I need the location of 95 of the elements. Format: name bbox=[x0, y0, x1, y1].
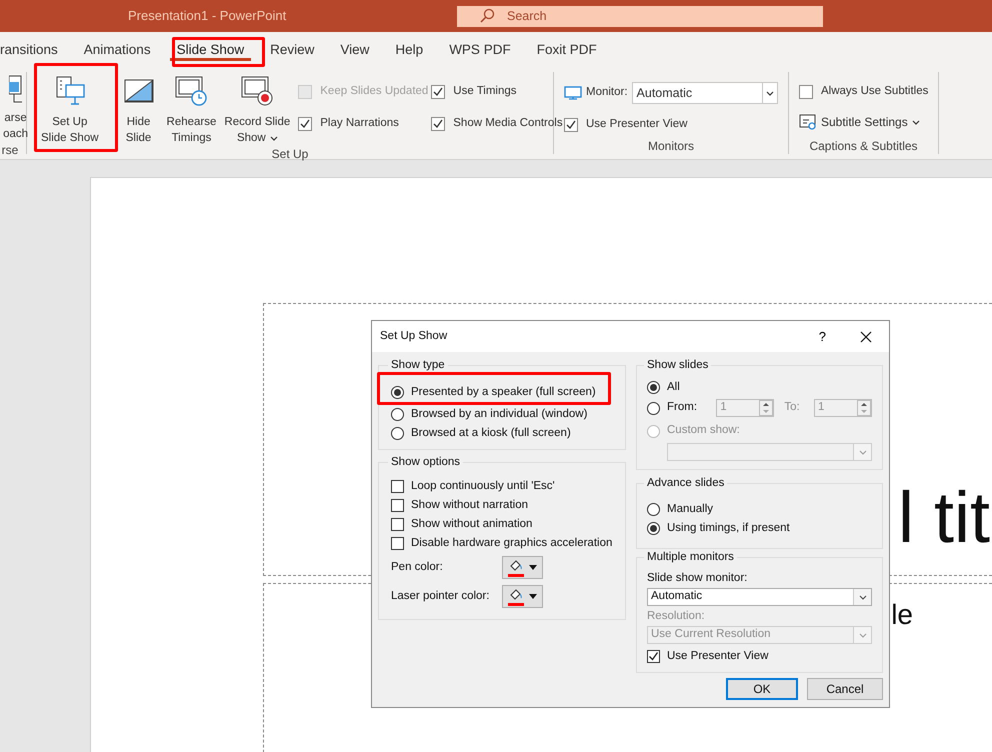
radio-button[interactable] bbox=[647, 503, 660, 516]
radio-label: Browsed at a kiosk (full screen) bbox=[411, 426, 571, 441]
caret-icon bbox=[529, 565, 537, 570]
checkbox-label: Use Presenter View bbox=[586, 117, 688, 132]
spin-arrows-icon bbox=[759, 400, 774, 416]
caret-icon bbox=[858, 450, 866, 454]
checkbox-label: Play Narrations bbox=[320, 116, 399, 132]
checkbox[interactable] bbox=[431, 117, 446, 131]
group-label: Monitors bbox=[646, 138, 695, 154]
slide-title: l tit bbox=[898, 482, 990, 554]
checkbox[interactable] bbox=[391, 499, 404, 512]
menu-button[interactable]: Subtitle Settings bbox=[799, 113, 928, 131]
ribbon-tab[interactable]: Foxit PDF bbox=[524, 32, 610, 66]
ribbon-tab[interactable]: ransitions bbox=[0, 32, 71, 66]
checkbox[interactable] bbox=[391, 537, 404, 550]
field-label: Slide show monitor: bbox=[647, 572, 748, 585]
spin-arrows-icon bbox=[857, 400, 871, 416]
help-button[interactable]: ? bbox=[818, 326, 826, 346]
ribbon-button[interactable]: Hide Slide bbox=[120, 72, 157, 146]
ribbon-tab[interactable]: Help bbox=[382, 32, 436, 66]
field-label: Resolution: bbox=[647, 610, 706, 623]
field-label: To: bbox=[784, 400, 801, 416]
radio-label: Custom show: bbox=[667, 423, 740, 438]
window-title: Presentation1 - PowerPoint bbox=[128, 7, 288, 26]
search-field[interactable]: Search bbox=[457, 6, 823, 26]
slide-record-icon bbox=[240, 75, 274, 107]
resolution-dropdown: Use Current Resolution bbox=[647, 626, 872, 644]
projector-screen-icon bbox=[54, 75, 86, 107]
radio-button[interactable] bbox=[647, 402, 660, 414]
subtitle-settings-icon bbox=[799, 114, 817, 130]
close-icon[interactable] bbox=[860, 330, 872, 342]
checkbox[interactable] bbox=[647, 650, 660, 663]
monitor-dropdown[interactable]: Automatic bbox=[632, 82, 778, 104]
monitor-dropdown[interactable]: Automatic bbox=[647, 588, 872, 606]
checkbox-label: Show without animation bbox=[411, 516, 532, 532]
group-label: rse bbox=[0, 142, 20, 158]
field-label: Pen color: bbox=[391, 560, 444, 575]
radio-button[interactable] bbox=[647, 381, 660, 394]
ribbon-tab[interactable]: View bbox=[327, 32, 382, 66]
checkbox[interactable] bbox=[391, 480, 404, 493]
checkbox-label: Use Presenter View bbox=[667, 648, 768, 664]
radio-label: Manually bbox=[667, 502, 714, 517]
group-title: Show type bbox=[388, 358, 448, 372]
search-placeholder: Search bbox=[507, 8, 547, 25]
checkbox-label: Show Media Controls bbox=[453, 116, 563, 132]
checkbox-label: Keep Slides Updated bbox=[320, 84, 428, 100]
caret-icon bbox=[912, 120, 920, 124]
presentation-icon bbox=[8, 75, 23, 103]
caret-icon bbox=[766, 90, 774, 96]
radio-button[interactable] bbox=[647, 522, 660, 535]
radio-label: All bbox=[667, 380, 680, 395]
checkbox-label: Disable hardware graphics acceleration bbox=[411, 536, 612, 551]
ribbon-button[interactable]: Set Up Slide Show bbox=[39, 72, 101, 146]
ribbon-tab[interactable]: Review bbox=[257, 32, 328, 66]
checkbox[interactable] bbox=[391, 518, 404, 531]
monitor-icon bbox=[564, 86, 582, 100]
dialog-title: Set Up Show bbox=[379, 328, 448, 344]
dialog-button[interactable]: Cancel bbox=[807, 678, 883, 700]
radio-button[interactable] bbox=[391, 427, 404, 440]
radio-label: Using timings, if present bbox=[667, 520, 790, 536]
checkbox-label: Always Use Subtitles bbox=[821, 84, 928, 100]
checkbox[interactable] bbox=[564, 118, 578, 132]
group-label: Captions & Subtitles bbox=[808, 138, 919, 154]
checkbox[interactable] bbox=[431, 85, 446, 99]
ribbon-button[interactable]: Rehearse Timings bbox=[164, 72, 218, 146]
caret-icon bbox=[858, 594, 866, 600]
radio-button[interactable] bbox=[391, 386, 404, 399]
checkbox[interactable] bbox=[799, 85, 813, 99]
radio-button[interactable] bbox=[391, 408, 404, 421]
caret-icon bbox=[858, 632, 866, 638]
caret-icon bbox=[270, 136, 278, 140]
field-label: Monitor: bbox=[586, 85, 628, 100]
group-title: Show options bbox=[388, 455, 464, 469]
group-label: Set Up bbox=[270, 146, 310, 162]
ribbon-tab[interactable]: Slide Show bbox=[164, 32, 258, 66]
group-title: Multiple monitors bbox=[644, 550, 737, 564]
checkbox-label: Loop continuously until 'Esc' bbox=[411, 478, 555, 494]
slide-subtitle: le bbox=[891, 598, 913, 632]
ribbon-button[interactable]: Record Slide Show bbox=[222, 72, 292, 146]
dialog-button[interactable]: OK bbox=[726, 678, 798, 700]
field-label: Laser pointer color: bbox=[391, 588, 490, 604]
color-picker-button[interactable] bbox=[502, 585, 543, 608]
ribbon-tab[interactable]: Animations bbox=[70, 32, 164, 66]
color-picker-button[interactable] bbox=[502, 556, 543, 579]
ribbon-button[interactable]: arse oach bbox=[1, 72, 30, 142]
slide-timer-icon bbox=[174, 75, 208, 107]
caret-icon bbox=[529, 594, 537, 599]
checkbox-label: Show without narration bbox=[411, 498, 528, 513]
search-icon bbox=[479, 8, 495, 24]
ribbon-tab[interactable]: WPS PDF bbox=[436, 32, 524, 66]
radio-label: Browsed by an individual (window) bbox=[411, 406, 588, 422]
checkbox-label: Use Timings bbox=[453, 84, 517, 100]
radio-label: From: bbox=[667, 400, 698, 416]
radio-label: Presented by a speaker (full screen) bbox=[411, 384, 596, 400]
checkbox[interactable] bbox=[298, 117, 312, 131]
